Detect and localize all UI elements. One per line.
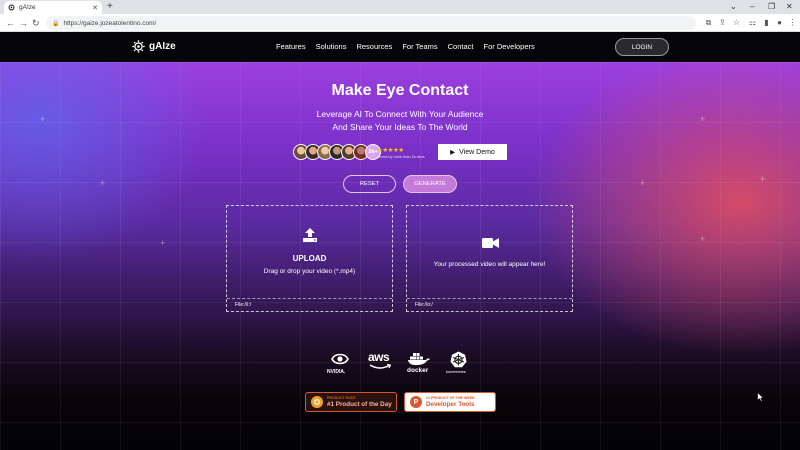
docker-whale-icon — [408, 353, 430, 366]
url-text: https://gaize.jozeatolentino.com/ — [63, 19, 157, 27]
aws-smile-icon — [369, 364, 391, 369]
nav-resources[interactable]: Resources — [356, 42, 392, 51]
tab-close-icon[interactable]: ✕ — [92, 4, 98, 12]
badge-title: Developer Tools — [426, 400, 475, 408]
output-placeholder-text: Your processed video will appear here! — [433, 261, 546, 268]
nav-contact[interactable]: Contact — [448, 42, 474, 51]
user-avatars: 2k+ — [293, 144, 381, 160]
address-toolbar: ← → ↻ 🔒 https://gaize.jozeatolentino.com… — [0, 14, 800, 32]
product-hunt-badge-text: PRODUCT HUNT #1 Product of the Day — [327, 396, 392, 409]
minimize-button[interactable]: – — [750, 1, 754, 13]
nvidia-logo-icon — [331, 353, 349, 365]
sparkle-icon: + — [160, 238, 166, 248]
loved-by-text: Loved by more than 2k devs — [377, 155, 425, 159]
aws-logo-text: aws — [368, 350, 390, 364]
product-hunt-badge[interactable]: PRODUCT HUNT #1 Product of the Day — [305, 392, 397, 412]
translate-icon[interactable]: ⧉ — [704, 18, 713, 27]
upload-title: UPLOAD — [292, 254, 327, 263]
gaize-logo-icon — [132, 40, 145, 53]
output-video-panel: Your processed video will appear here! F… — [406, 205, 573, 312]
reload-icon[interactable]: ↻ — [32, 17, 40, 29]
forward-arrow-icon[interactable]: → — [19, 17, 28, 29]
badge-caption: #1 PRODUCT OF THE WEEK — [426, 395, 475, 400]
site-header: gAIze Features Solutions Resources For T… — [0, 32, 800, 62]
hero-title: Make Eye Contact — [331, 82, 469, 99]
tab-search-dropdown-icon[interactable]: ⌄ — [730, 1, 737, 13]
badge-title: #1 Product of the Day — [327, 400, 392, 408]
gaize-favicon-icon — [8, 4, 15, 11]
hero-subtitle-line-2: And Share Your Ideas To The World — [332, 122, 468, 132]
back-arrow-icon[interactable]: ← — [6, 17, 15, 29]
hero-subtitle-line-1: Leverage AI To Connect With Your Audienc… — [316, 109, 484, 119]
reset-button[interactable]: RESET — [343, 175, 396, 193]
rating-stars: ★★★★★ — [377, 147, 404, 154]
share-icon[interactable]: ⇪ — [718, 18, 727, 27]
docker-label: docker — [407, 367, 429, 374]
nvidia-label: NVIDIA. — [327, 369, 346, 375]
nav-solutions[interactable]: Solutions — [316, 42, 347, 51]
new-tab-button[interactable]: + — [107, 1, 113, 13]
lock-icon: 🔒 — [52, 20, 60, 27]
browser-menu-icon[interactable]: ⋮ — [788, 18, 797, 27]
extensions-icon[interactable]: ⚏ — [748, 18, 757, 27]
sparkle-icon: + — [640, 178, 646, 188]
logo-text: gAIze — [149, 41, 176, 52]
medal-icon — [311, 396, 323, 408]
upload-dropzone[interactable]: UPLOAD Drag or drop your video (*.mp4) F… — [226, 205, 393, 312]
close-window-button[interactable]: ✕ — [786, 1, 793, 13]
view-demo-label: View Demo — [459, 148, 495, 156]
sparkle-icon: + — [100, 178, 106, 188]
main-nav: Features Solutions Resources For Teams C… — [276, 42, 535, 51]
nav-features[interactable]: Features — [276, 42, 306, 51]
tab-title: gAIze — [19, 4, 36, 11]
hero-subtitle: Leverage AI To Connect With Your Audienc… — [0, 108, 800, 134]
site-logo[interactable]: gAIze — [132, 40, 176, 53]
kubernetes-wheel-icon — [450, 351, 467, 368]
sparkle-icon: + — [700, 234, 706, 244]
hero-section: + + + + + + + Make Eye Contact Leverage … — [0, 62, 800, 450]
nav-for-teams[interactable]: For Teams — [402, 42, 437, 51]
login-button[interactable]: LOGIN — [615, 38, 669, 56]
output-file-path: File://o:/ — [415, 302, 433, 308]
browser-tab[interactable]: gAIze ✕ — [4, 1, 102, 14]
kubernetes-label: kubernetes — [446, 369, 466, 374]
sparkle-icon: + — [760, 174, 766, 184]
product-hunt-p-icon: P — [410, 396, 422, 408]
generate-button[interactable]: GENERATE — [403, 175, 457, 193]
restore-button[interactable]: ❐ — [768, 1, 775, 13]
view-demo-button[interactable]: ▶ View Demo — [438, 144, 507, 160]
nav-for-developers[interactable]: For Developers — [483, 42, 534, 51]
upload-icon — [303, 228, 317, 242]
upload-hint: Drag or drop your video (*.mp4) — [263, 268, 356, 275]
side-panel-icon[interactable]: ▮ — [762, 18, 771, 27]
video-camera-icon — [482, 238, 499, 248]
developer-tools-badge-text: #1 PRODUCT OF THE WEEK Developer Tools — [426, 396, 475, 409]
developer-tools-badge[interactable]: P #1 PRODUCT OF THE WEEK Developer Tools — [404, 392, 496, 412]
bookmark-star-icon[interactable]: ☆ — [732, 18, 741, 27]
mouse-cursor-icon — [757, 392, 764, 402]
address-bar[interactable]: 🔒 https://gaize.jozeatolentino.com/ — [46, 16, 696, 30]
play-icon: ▶ — [450, 149, 456, 156]
browser-tab-bar: gAIze ✕ + ⌄ – ❐ ✕ — [0, 0, 800, 14]
divider — [407, 298, 572, 299]
profile-avatar-icon[interactable]: ● — [775, 18, 784, 27]
divider — [227, 298, 392, 299]
input-file-path: File://i:/ — [235, 302, 252, 308]
